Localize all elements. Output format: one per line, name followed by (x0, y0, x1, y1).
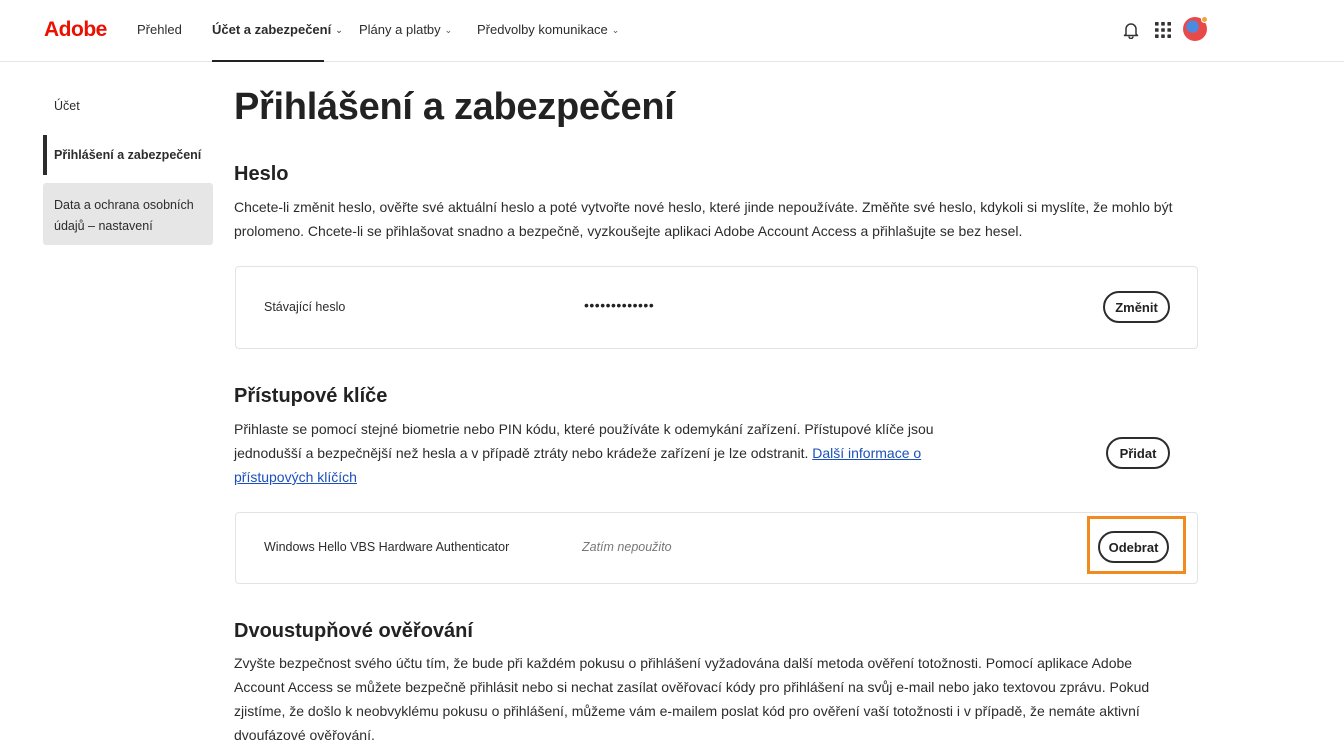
notification-dot (1201, 16, 1208, 23)
chevron-down-icon: ⌄ (444, 25, 453, 35)
passkeys-section-title: Přístupové klíče (234, 385, 388, 407)
nav-communication-preferences[interactable]: Předvolby komunikace ⌄ (477, 22, 619, 62)
nav-plans-payments[interactable]: Plány a platby ⌄ (359, 22, 452, 62)
nav-plans-payments-label: Plány a platby (359, 22, 441, 37)
current-password-value: ••••••••••••• (584, 297, 655, 313)
sidebar-item-signin-security[interactable]: Přihlášení a zabezpečení (54, 148, 201, 162)
password-section-title: Heslo (234, 163, 289, 185)
nav-account-security-label: Účet a zabezpečení (212, 22, 332, 37)
current-password-card: Stávající heslo ••••••••••••• (235, 266, 1198, 349)
apps-grid-icon[interactable] (1152, 19, 1174, 41)
nav-account-security[interactable]: Účet a zabezpečení ⌄ (212, 22, 343, 62)
nav-overview-label: Přehled (137, 22, 182, 37)
sidebar-item-account[interactable]: Účet (54, 99, 80, 113)
chevron-down-icon: ⌄ (335, 25, 343, 35)
adobe-logo[interactable]: Adobe (44, 18, 107, 42)
password-description: Chcete-li změnit heslo, ověřte své aktuá… (234, 199, 1173, 239)
nav-communication-preferences-label: Předvolby komunikace (477, 22, 608, 37)
two-factor-section-title: Dvoustupňové ověřování (234, 620, 473, 642)
passkeys-description: Přihlaste se pomocí stejné biometrie neb… (234, 417, 954, 489)
bell-icon[interactable] (1120, 19, 1142, 41)
two-factor-description: Zvyšte bezpečnost svého účtu tím, že bud… (234, 655, 1150, 742)
nav-overview[interactable]: Přehled (137, 22, 182, 62)
change-password-button[interactable]: Změnit (1103, 291, 1170, 323)
avatar[interactable] (1183, 16, 1208, 41)
passkey-name: Windows Hello VBS Hardware Authenticator (264, 540, 510, 554)
passkey-status: Zatím nepoužito (582, 540, 672, 554)
passkey-entry-card: Windows Hello VBS Hardware Authenticator… (235, 512, 1198, 584)
sidebar-item-privacy[interactable]: Data a ochrana osobních údajů – nastaven… (54, 195, 204, 237)
top-navigation: Adobe Přehled Účet a zabezpečení ⌄ Plány… (0, 0, 1344, 62)
remove-passkey-button[interactable]: Odebrat (1098, 531, 1169, 563)
chevron-down-icon: ⌄ (611, 25, 620, 35)
sidebar-active-indicator (43, 135, 47, 175)
page-title: Přihlášení a zabezpečení (234, 86, 675, 128)
current-password-label: Stávající heslo (264, 300, 346, 314)
add-passkey-button[interactable]: Přidat (1106, 437, 1170, 469)
